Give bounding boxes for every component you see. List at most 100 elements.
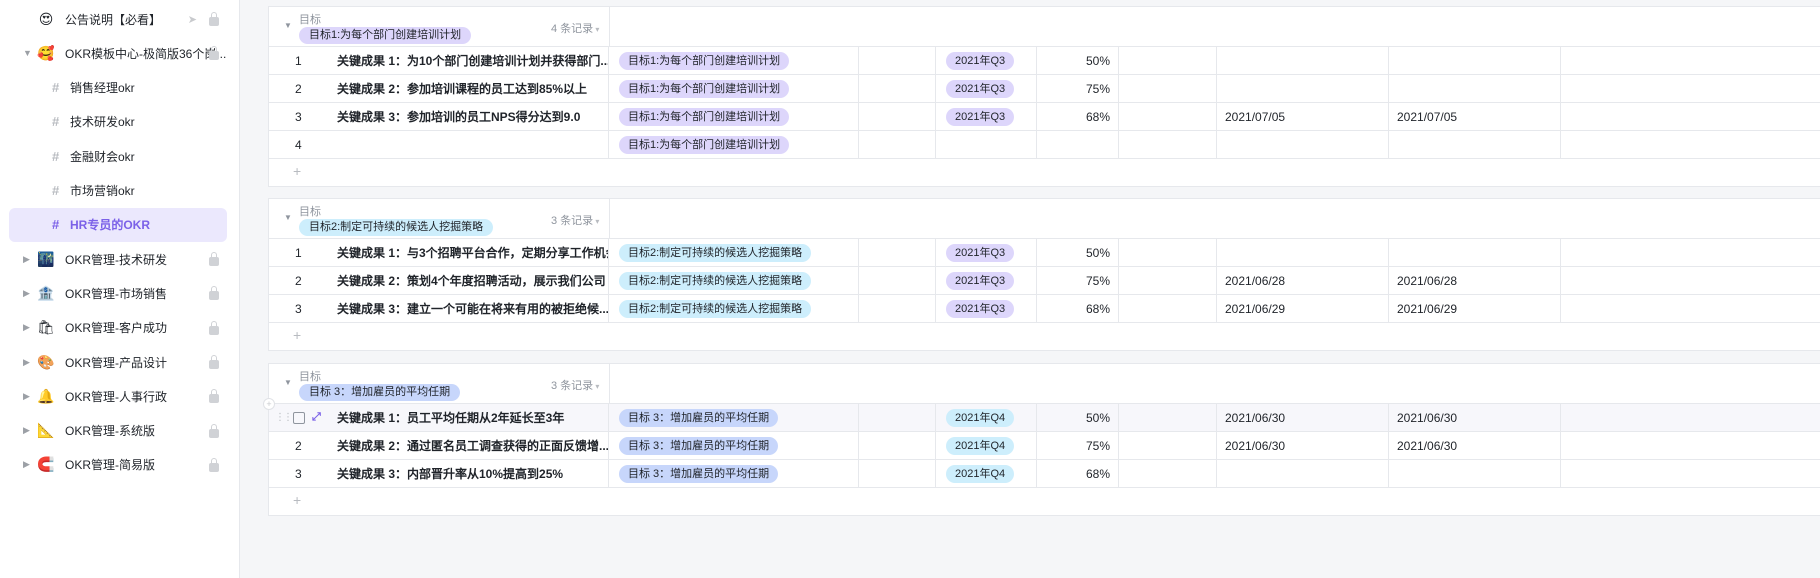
sidebar-item[interactable]: ▶ 🛍 OKR管理-客户成功: [9, 311, 227, 345]
start-date-cell[interactable]: 2021/07/05: [1217, 103, 1389, 130]
sidebar-item[interactable]: 😍 公告说明【必看】 ➤: [9, 2, 227, 36]
objective-cell[interactable]: 目标1:为每个部门创建培训计划: [609, 75, 859, 102]
empty-cell[interactable]: [859, 404, 936, 431]
sidebar-item[interactable]: # 金融财会okr: [9, 139, 227, 173]
objective-cell[interactable]: 目标 3：增加雇员的平均任期: [609, 432, 859, 459]
drag-handle-icon[interactable]: ⋮⋮: [275, 412, 293, 423]
progress-cell[interactable]: 50%: [1037, 404, 1119, 431]
caret-right-icon[interactable]: ▶: [23, 459, 30, 470]
collapse-caret-icon[interactable]: ▼: [284, 213, 292, 222]
objective-cell[interactable]: 目标 3：增加雇员的平均任期: [609, 460, 859, 487]
empty-cell[interactable]: [1119, 404, 1217, 431]
caret-right-icon[interactable]: ▶: [23, 322, 30, 333]
progress-cell[interactable]: 68%: [1037, 103, 1119, 130]
record-count[interactable]: 3 条记录: [551, 377, 599, 393]
empty-cell[interactable]: [1119, 267, 1217, 294]
quarter-cell[interactable]: 2021年Q4: [936, 460, 1037, 487]
quarter-cell[interactable]: 2021年Q3: [936, 103, 1037, 130]
sidebar-item[interactable]: ▶ 📐 OKR管理-系统版: [9, 414, 227, 448]
table-row[interactable]: 3 关键成果 3：内部晋升率从10%提高到25% 目标 3：增加雇员的平均任期 …: [269, 460, 1820, 488]
progress-cell[interactable]: 68%: [1037, 460, 1119, 487]
end-date-cell[interactable]: [1389, 47, 1561, 74]
table-row[interactable]: 2 关键成果 2：参加培训课程的员工达到85%以上 目标1:为每个部门创建培训计…: [269, 75, 1820, 103]
sidebar-item[interactable]: ▶ 🔔 OKR管理-人事行政: [9, 379, 227, 413]
table-row[interactable]: 3 关键成果 3：参加培训的员工NPS得分达到9.0 目标1:为每个部门创建培训…: [269, 103, 1820, 131]
send-icon[interactable]: ➤: [188, 13, 197, 26]
objective-cell[interactable]: 目标2:制定可持续的候选人挖掘策略: [609, 239, 859, 266]
title-cell[interactable]: 3 关键成果 3：内部晋升率从10%提高到25%: [269, 460, 609, 487]
empty-cell[interactable]: [859, 239, 936, 266]
empty-cell[interactable]: [859, 295, 936, 322]
expand-icon[interactable]: ⤢: [312, 411, 321, 424]
title-cell[interactable]: 2 关键成果 2：参加培训课程的员工达到85%以上: [269, 75, 609, 102]
objective-cell[interactable]: 目标1:为每个部门创建培训计划: [609, 47, 859, 74]
table-row[interactable]: ⋮⋮ ⤢ 关键成果 1：员工平均任期从2年延长至3年 目标 3：增加雇员的平均任期…: [263, 398, 1820, 432]
progress-cell[interactable]: 75%: [1037, 267, 1119, 294]
add-record-button[interactable]: +: [269, 323, 1820, 350]
quarter-cell[interactable]: [936, 131, 1037, 158]
sidebar-item[interactable]: ▶ 🎨 OKR管理-产品设计: [9, 345, 227, 379]
empty-cell[interactable]: [859, 75, 936, 102]
objective-cell[interactable]: 目标2:制定可持续的候选人挖掘策略: [609, 295, 859, 322]
progress-cell[interactable]: 75%: [1037, 75, 1119, 102]
start-date-cell[interactable]: [1217, 47, 1389, 74]
title-cell[interactable]: ⋮⋮ ⤢ 关键成果 1：员工平均任期从2年延长至3年: [269, 404, 609, 431]
end-date-cell[interactable]: 2021/06/29: [1389, 295, 1561, 322]
row-checkbox[interactable]: [293, 411, 305, 424]
sidebar-item[interactable]: # HR专员的OKR: [9, 207, 227, 242]
empty-cell[interactable]: [859, 103, 936, 130]
sidebar-item[interactable]: ▶ 🧲 OKR管理-简易版: [9, 448, 227, 482]
title-cell[interactable]: 1 关键成果 1：与3个招聘平台合作，定期分享工作机会: [269, 239, 609, 266]
empty-cell[interactable]: [1119, 131, 1217, 158]
empty-cell[interactable]: [1119, 295, 1217, 322]
end-date-cell[interactable]: 2021/06/30: [1389, 432, 1561, 459]
title-cell[interactable]: 2 关键成果 2：策划4个年度招聘活动，展示我们公司: [269, 267, 609, 294]
empty-cell[interactable]: [1119, 75, 1217, 102]
title-cell[interactable]: 2 关键成果 2：通过匿名员工调查获得的正面反馈增...: [269, 432, 609, 459]
quarter-cell[interactable]: 2021年Q3: [936, 239, 1037, 266]
caret-right-icon[interactable]: ▶: [23, 357, 30, 368]
objective-cell[interactable]: 目标2:制定可持续的候选人挖掘策略: [609, 267, 859, 294]
empty-cell[interactable]: [1119, 239, 1217, 266]
objective-cell[interactable]: 目标1:为每个部门创建培训计划: [609, 103, 859, 130]
sidebar-item[interactable]: # 销售经理okr: [9, 71, 227, 105]
caret-down-icon[interactable]: ▼: [23, 48, 32, 58]
empty-cell[interactable]: [1119, 432, 1217, 459]
empty-cell[interactable]: [859, 267, 936, 294]
table-row[interactable]: 1 关键成果 1：为10个部门创建培训计划并获得部门... 目标1:为每个部门创…: [269, 47, 1820, 75]
empty-cell[interactable]: [1119, 460, 1217, 487]
add-record-button[interactable]: +: [269, 488, 1820, 515]
title-cell[interactable]: 1 关键成果 1：为10个部门创建培训计划并获得部门...: [269, 47, 609, 74]
progress-cell[interactable]: 68%: [1037, 295, 1119, 322]
progress-cell[interactable]: [1037, 131, 1119, 158]
start-date-cell[interactable]: [1217, 239, 1389, 266]
table-row[interactable]: 4 目标1:为每个部门创建培训计划: [269, 131, 1820, 159]
end-date-cell[interactable]: [1389, 131, 1561, 158]
progress-cell[interactable]: 50%: [1037, 47, 1119, 74]
add-record-button[interactable]: +: [269, 159, 1820, 186]
table-row[interactable]: 2 关键成果 2：通过匿名员工调查获得的正面反馈增... 目标 3：增加雇员的平…: [269, 432, 1820, 460]
table-row[interactable]: 3 关键成果 3：建立一个可能在将来有用的被拒绝候... 目标2:制定可持续的候…: [269, 295, 1820, 323]
caret-right-icon[interactable]: ▶: [23, 254, 30, 265]
table-row[interactable]: 2 关键成果 2：策划4个年度招聘活动，展示我们公司 目标2:制定可持续的候选人…: [269, 267, 1820, 295]
empty-cell[interactable]: [859, 47, 936, 74]
title-cell[interactable]: 4: [269, 131, 609, 158]
empty-cell[interactable]: [859, 460, 936, 487]
sidebar-item[interactable]: ▼ 🥰 OKR模板中心-极简版36个岗...: [9, 36, 227, 70]
record-count[interactable]: 4 条记录: [551, 20, 599, 36]
end-date-cell[interactable]: 2021/06/30: [1389, 404, 1561, 431]
empty-cell[interactable]: [1119, 47, 1217, 74]
sidebar-item[interactable]: ▶ 🏦 OKR管理-市场销售: [9, 276, 227, 310]
end-date-cell[interactable]: [1389, 460, 1561, 487]
quarter-cell[interactable]: 2021年Q4: [936, 404, 1037, 431]
progress-cell[interactable]: 75%: [1037, 432, 1119, 459]
progress-cell[interactable]: 50%: [1037, 239, 1119, 266]
quarter-cell[interactable]: 2021年Q3: [936, 47, 1037, 74]
collapse-caret-icon[interactable]: ▼: [284, 378, 292, 387]
end-date-cell[interactable]: [1389, 75, 1561, 102]
caret-right-icon[interactable]: ▶: [23, 425, 30, 436]
start-date-cell[interactable]: [1217, 131, 1389, 158]
sidebar-item[interactable]: ▶ 🌃 OKR管理-技术研发: [9, 242, 227, 276]
empty-cell[interactable]: [859, 432, 936, 459]
empty-cell[interactable]: [859, 131, 936, 158]
